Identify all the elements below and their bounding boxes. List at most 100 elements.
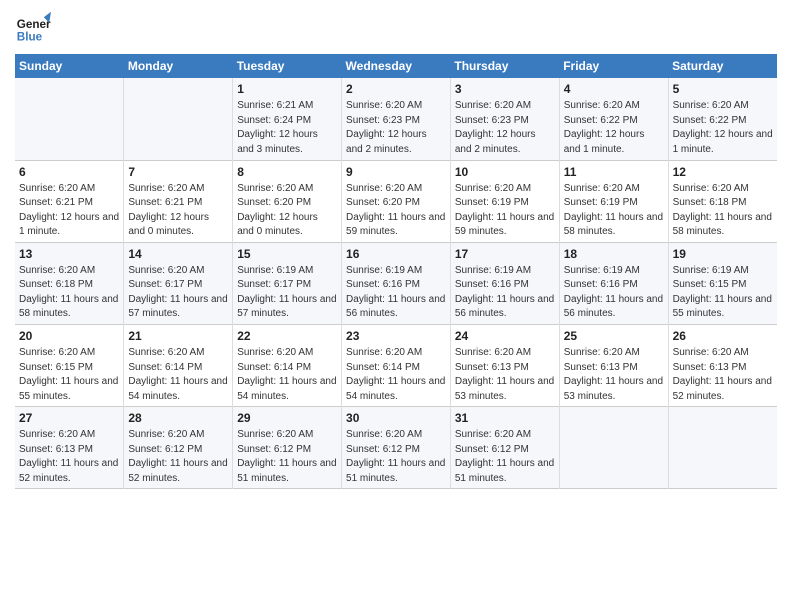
calendar-cell: 26 Sunrise: 6:20 AM Sunset: 6:13 PM Dayli… xyxy=(668,324,777,406)
cell-info: Sunrise: 6:20 AM Sunset: 6:13 PM Dayligh… xyxy=(564,347,663,402)
cell-info: Sunrise: 6:20 AM Sunset: 6:15 PM Dayligh… xyxy=(19,347,118,402)
calendar-cell: 28 Sunrise: 6:20 AM Sunset: 6:12 PM Dayli… xyxy=(124,407,233,489)
cell-info: Sunrise: 6:20 AM Sunset: 6:13 PM Dayligh… xyxy=(19,429,118,484)
day-number: 15 xyxy=(237,246,337,262)
cell-info: Sunrise: 6:19 AM Sunset: 6:15 PM Dayligh… xyxy=(673,265,772,320)
calendar-cell: 11Sunrise: 6:20 AM Sunset: 6:19 PM Dayli… xyxy=(559,160,668,242)
day-number: 26 xyxy=(673,328,773,344)
calendar-cell: 14 Sunrise: 6:20 AM Sunset: 6:17 PM Dayli… xyxy=(124,242,233,324)
week-row-3: 13 Sunrise: 6:20 AM Sunset: 6:18 PM Dayli… xyxy=(15,242,777,324)
cell-info: Sunrise: 6:19 AM Sunset: 6:17 PM Dayligh… xyxy=(237,265,336,320)
cell-info: Sunrise: 6:20 AM Sunset: 6:12 PM Dayligh… xyxy=(237,429,336,484)
day-number: 11 xyxy=(564,164,664,180)
cell-info: Sunrise: 6:19 AM Sunset: 6:16 PM Dayligh… xyxy=(455,265,554,320)
day-header-tuesday: Tuesday xyxy=(233,54,342,78)
day-number: 8 xyxy=(237,164,337,180)
cell-info: Sunrise: 6:19 AM Sunset: 6:16 PM Dayligh… xyxy=(564,265,663,320)
calendar-cell xyxy=(15,78,124,160)
calendar-cell: 6 Sunrise: 6:20 AM Sunset: 6:21 PM Daylig… xyxy=(15,160,124,242)
header: General Blue xyxy=(15,10,777,46)
cell-info: Sunrise: 6:20 AM Sunset: 6:22 PM Dayligh… xyxy=(564,100,645,155)
day-number: 5 xyxy=(673,81,773,97)
page-container: General Blue SundayMondayTuesdayWednesda… xyxy=(0,0,792,499)
cell-info: Sunrise: 6:20 AM Sunset: 6:14 PM Dayligh… xyxy=(346,347,445,402)
cell-info: Sunrise: 6:20 AM Sunset: 6:20 PM Dayligh… xyxy=(346,183,445,238)
week-row-4: 20 Sunrise: 6:20 AM Sunset: 6:15 PM Dayli… xyxy=(15,324,777,406)
cell-info: Sunrise: 6:20 AM Sunset: 6:21 PM Dayligh… xyxy=(19,183,119,238)
cell-info: Sunrise: 6:20 AM Sunset: 6:18 PM Dayligh… xyxy=(673,183,772,238)
day-number: 25 xyxy=(564,328,664,344)
calendar-cell xyxy=(559,407,668,489)
svg-text:Blue: Blue xyxy=(17,31,43,44)
week-row-1: 1Sunrise: 6:21 AM Sunset: 6:24 PM Daylig… xyxy=(15,78,777,160)
calendar-cell: 30Sunrise: 6:20 AM Sunset: 6:12 PM Dayli… xyxy=(342,407,451,489)
day-number: 6 xyxy=(19,164,119,180)
day-number: 9 xyxy=(346,164,446,180)
calendar-cell: 3 Sunrise: 6:20 AM Sunset: 6:23 PM Daylig… xyxy=(450,78,559,160)
day-number: 16 xyxy=(346,246,446,262)
day-number: 12 xyxy=(673,164,773,180)
day-number: 24 xyxy=(455,328,555,344)
cell-info: Sunrise: 6:20 AM Sunset: 6:13 PM Dayligh… xyxy=(455,347,554,402)
cell-info: Sunrise: 6:20 AM Sunset: 6:23 PM Dayligh… xyxy=(346,100,427,155)
cell-info: Sunrise: 6:20 AM Sunset: 6:18 PM Dayligh… xyxy=(19,265,118,320)
day-number: 29 xyxy=(237,410,337,426)
calendar-cell: 15 Sunrise: 6:19 AM Sunset: 6:17 PM Dayli… xyxy=(233,242,342,324)
day-number: 13 xyxy=(19,246,119,262)
calendar-cell: 25 Sunrise: 6:20 AM Sunset: 6:13 PM Dayli… xyxy=(559,324,668,406)
day-number: 10 xyxy=(455,164,555,180)
calendar-cell: 2 Sunrise: 6:20 AM Sunset: 6:23 PM Daylig… xyxy=(342,78,451,160)
cell-info: Sunrise: 6:20 AM Sunset: 6:21 PM Dayligh… xyxy=(128,183,209,238)
calendar-header: SundayMondayTuesdayWednesdayThursdayFrid… xyxy=(15,54,777,78)
calendar-cell: 21 Sunrise: 6:20 AM Sunset: 6:14 PM Dayli… xyxy=(124,324,233,406)
cell-info: Sunrise: 6:20 AM Sunset: 6:14 PM Dayligh… xyxy=(128,347,227,402)
day-number: 22 xyxy=(237,328,337,344)
calendar-cell: 8Sunrise: 6:20 AM Sunset: 6:20 PM Daylig… xyxy=(233,160,342,242)
day-header-friday: Friday xyxy=(559,54,668,78)
day-number: 18 xyxy=(564,246,664,262)
calendar-table: SundayMondayTuesdayWednesdayThursdayFrid… xyxy=(15,54,777,489)
calendar-cell: 10 Sunrise: 6:20 AM Sunset: 6:19 PM Dayli… xyxy=(450,160,559,242)
calendar-cell: 31 Sunrise: 6:20 AM Sunset: 6:12 PM Dayli… xyxy=(450,407,559,489)
cell-info: Sunrise: 6:20 AM Sunset: 6:12 PM Dayligh… xyxy=(455,429,554,484)
calendar-cell: 29 Sunrise: 6:20 AM Sunset: 6:12 PM Dayli… xyxy=(233,407,342,489)
cell-info: Sunrise: 6:20 AM Sunset: 6:17 PM Dayligh… xyxy=(128,265,227,320)
cell-info: Sunrise: 6:20 AM Sunset: 6:19 PM Dayligh… xyxy=(455,183,554,238)
calendar-body: 1Sunrise: 6:21 AM Sunset: 6:24 PM Daylig… xyxy=(15,78,777,489)
calendar-cell: 9 Sunrise: 6:20 AM Sunset: 6:20 PM Daylig… xyxy=(342,160,451,242)
day-number: 4 xyxy=(564,81,664,97)
day-number: 28 xyxy=(128,410,228,426)
calendar-cell: 13 Sunrise: 6:20 AM Sunset: 6:18 PM Dayli… xyxy=(15,242,124,324)
day-number: 27 xyxy=(19,410,119,426)
logo: General Blue xyxy=(15,10,51,46)
svg-text:General: General xyxy=(17,18,51,31)
calendar-cell: 4 Sunrise: 6:20 AM Sunset: 6:22 PM Daylig… xyxy=(559,78,668,160)
week-row-2: 6 Sunrise: 6:20 AM Sunset: 6:21 PM Daylig… xyxy=(15,160,777,242)
cell-info: Sunrise: 6:19 AM Sunset: 6:16 PM Dayligh… xyxy=(346,265,445,320)
calendar-cell: 7 Sunrise: 6:20 AM Sunset: 6:21 PM Daylig… xyxy=(124,160,233,242)
day-header-thursday: Thursday xyxy=(450,54,559,78)
day-number: 1 xyxy=(237,81,337,97)
day-number: 23 xyxy=(346,328,446,344)
calendar-cell: 24 Sunrise: 6:20 AM Sunset: 6:13 PM Dayli… xyxy=(450,324,559,406)
cell-info: Sunrise: 6:20 AM Sunset: 6:13 PM Dayligh… xyxy=(673,347,772,402)
calendar-cell xyxy=(668,407,777,489)
logo-icon: General Blue xyxy=(15,10,51,46)
day-header-sunday: Sunday xyxy=(15,54,124,78)
header-row: SundayMondayTuesdayWednesdayThursdayFrid… xyxy=(15,54,777,78)
day-number: 14 xyxy=(128,246,228,262)
cell-info: Sunrise: 6:20 AM Sunset: 6:23 PM Dayligh… xyxy=(455,100,536,155)
calendar-cell: 19Sunrise: 6:19 AM Sunset: 6:15 PM Dayli… xyxy=(668,242,777,324)
day-number: 2 xyxy=(346,81,446,97)
day-header-monday: Monday xyxy=(124,54,233,78)
day-number: 7 xyxy=(128,164,228,180)
day-number: 20 xyxy=(19,328,119,344)
day-number: 21 xyxy=(128,328,228,344)
day-number: 3 xyxy=(455,81,555,97)
week-row-5: 27 Sunrise: 6:20 AM Sunset: 6:13 PM Dayli… xyxy=(15,407,777,489)
calendar-cell: 18 Sunrise: 6:19 AM Sunset: 6:16 PM Dayli… xyxy=(559,242,668,324)
day-number: 17 xyxy=(455,246,555,262)
cell-info: Sunrise: 6:20 AM Sunset: 6:12 PM Dayligh… xyxy=(128,429,227,484)
day-header-wednesday: Wednesday xyxy=(342,54,451,78)
day-number: 31 xyxy=(455,410,555,426)
